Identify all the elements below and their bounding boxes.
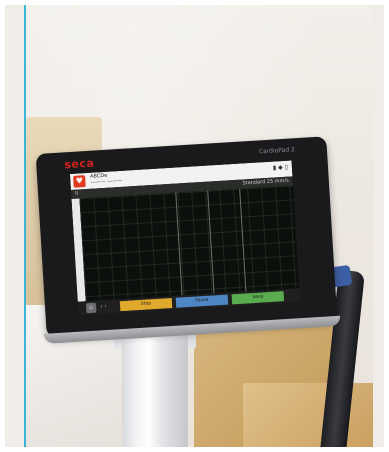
home-icon[interactable]: ⌂ xyxy=(85,302,97,314)
status-icons: ▮ ◆ ▯ xyxy=(272,163,289,172)
ecg-grid xyxy=(79,185,300,302)
lead-label: II xyxy=(74,190,79,197)
model-label: CardioPad 2 xyxy=(258,146,296,156)
tablet-screen[interactable]: ♥ ABCDe ——— ——— ▮ ◆ ▯ II Standard 25 mm/… xyxy=(69,160,301,316)
brand-logo: seca xyxy=(63,156,95,172)
ecg-tablet: seca CardioPad 2 ♥ ABCDe ——— ——— ▮ ◆ ▯ I… xyxy=(35,136,341,344)
patient-subtext: ——— ——— xyxy=(90,177,123,186)
photo-frame: seca CardioPad 2 ♥ ABCDe ——— ——— ▮ ◆ ▯ I… xyxy=(0,0,389,452)
save-button[interactable]: Save xyxy=(231,291,285,305)
pause-button[interactable]: Pause xyxy=(175,294,229,308)
patient-info: ABCDe ——— ——— xyxy=(90,172,122,186)
stop-button[interactable]: Stop xyxy=(119,298,173,312)
photo-scene: seca CardioPad 2 ♥ ABCDe ——— ——— ▮ ◆ ▯ I… xyxy=(26,5,373,447)
wooden-box xyxy=(243,383,373,447)
heart-icon: ♥ xyxy=(73,175,86,188)
navigation-icon[interactable]: ‹ › xyxy=(100,303,107,310)
